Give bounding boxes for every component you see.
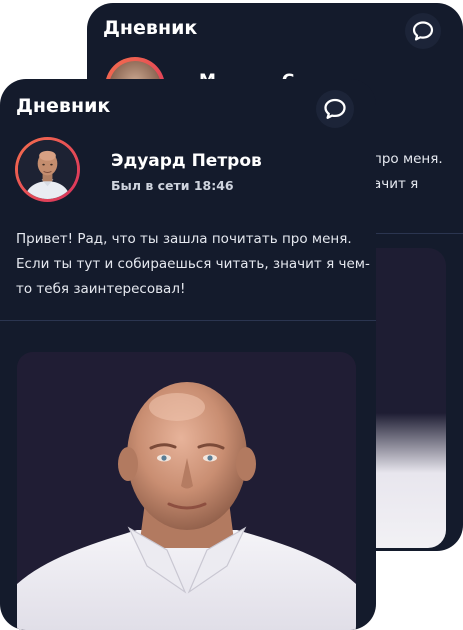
- stage: Дневник МС про меня. ачит я Дневник: [0, 0, 463, 630]
- chat-button[interactable]: [316, 90, 354, 128]
- bio-fragment: про меня.: [373, 151, 443, 167]
- divider: [0, 320, 376, 321]
- chat-button[interactable]: [405, 13, 441, 49]
- diary-card[interactable]: Дневник Эдуард Петров Был в сети 18:46 П…: [0, 79, 376, 630]
- chat-bubble-icon: [324, 98, 346, 119]
- page-title: Дневник: [16, 95, 111, 117]
- bio-fragment: ачит я: [373, 176, 419, 192]
- bio-text: Привет! Рад, что ты зашла почитать про м…: [16, 231, 370, 297]
- profile-photo: [374, 248, 446, 548]
- avatar[interactable]: [15, 137, 80, 202]
- page-title: Дневник: [103, 17, 198, 39]
- profile-photo[interactable]: [17, 352, 356, 630]
- online-status: Был в сети 18:46: [111, 178, 234, 193]
- user-name: Эдуард Петров: [111, 151, 262, 171]
- chat-bubble-icon: [412, 21, 434, 41]
- avatar-photo: [18, 140, 77, 199]
